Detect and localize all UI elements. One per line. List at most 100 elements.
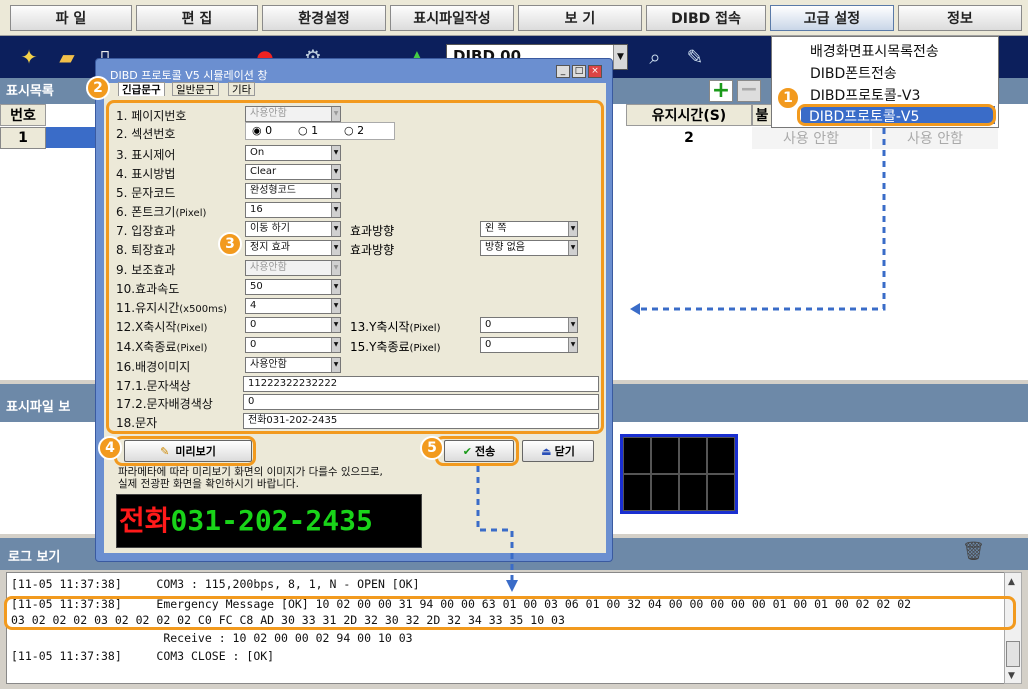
label-text-bg-color: 17.2.문자배경색상 [116,397,213,411]
search-icon[interactable]: ⌕ [640,42,670,72]
step-badge-3: 3 [218,232,242,256]
label-hold-time: 11.유지시간(x500ms) [116,301,228,315]
menu-view[interactable]: 보 기 [518,5,642,31]
preview-notice: 파라메타에 따라 미리보기 화면의 이미지가 다를수 있으므로, 실제 전광판 … [118,466,383,490]
display-method-select[interactable]: Clear ▼ [245,164,341,180]
label-enter-direction: 효과방향 [350,224,395,238]
tab-emergency-text[interactable]: 긴급문구 [118,82,165,96]
dialog-title: DIBD 프로토콜 V5 시뮬레이션 창 [110,69,268,82]
tab-normal-text[interactable]: 일반문구 [172,82,219,96]
section-radio-2[interactable]: ○ 2 [344,124,364,137]
row-unused-2[interactable]: 사용 안함 [872,127,998,149]
menu-edit[interactable]: 편 집 [136,5,258,31]
x-end-select[interactable]: 0 ▼ [245,337,341,353]
log-line: 03 02 02 02 03 02 02 02 02 C0 FC C8 AD 3… [11,613,565,627]
label-section: 2. 섹션번호 [116,127,176,141]
led-text-red: 전화 [119,504,171,537]
open-folder-icon[interactable]: ▰ [52,42,82,72]
remove-icon[interactable]: − [737,79,761,102]
col-header-no[interactable]: 번호 [0,104,46,126]
enter-direction-select[interactable]: 왼 쪽 ▼ [480,221,578,237]
preview-section-title: 표시파일 보 [6,400,71,415]
label-exit-direction: 효과방향 [350,243,395,257]
menu-item-protocol-v5[interactable]: DIBD프로토콜-V5 [801,106,995,125]
section-radio-1[interactable]: ○ 1 [298,124,318,137]
label-exit-effect: 8. 퇴장효과 [116,243,176,257]
add-icon[interactable]: + [709,80,733,102]
label-y-start: 13.Y축시작(Pixel) [350,320,441,334]
label-y-end: 15.Y축종료(Pixel) [350,340,441,354]
text-color-input[interactable]: 11222322232222 [243,376,599,392]
menu-create-display-file[interactable]: 표시파일작성 [390,5,514,31]
display-control-select[interactable]: On ▼ [245,145,341,161]
hold-time-select[interactable]: 4 ▼ [245,298,341,314]
col-header-truncated[interactable]: 불 [752,104,772,126]
menu-file[interactable]: 파 일 [10,5,132,31]
step-badge-2: 2 [86,76,110,100]
wrench-icon[interactable]: ✎ [680,42,710,72]
y-start-select[interactable]: 0 ▼ [480,317,578,333]
menu-item-font-send[interactable]: DIBD폰트전송 [810,63,897,83]
preview-button[interactable]: ✎ 미리보기 [124,440,252,462]
step-badge-4: 4 [98,436,122,460]
text-input[interactable]: 전화031-202-2435 [243,413,599,429]
col-header-hold-time[interactable]: 유지시간(S) [626,104,752,126]
list-title: 표시목록 [6,84,54,99]
label-x-start: 12.X축시작(Pixel) [116,320,208,334]
tab-misc[interactable]: 기타 [228,82,256,96]
bg-image-select[interactable]: 사용안함 ▼ [245,357,341,373]
step-badge-5: 5 [420,436,444,460]
section-radio-0[interactable]: ◉ 0 [252,124,272,137]
label-char-code: 5. 문자코드 [116,186,176,200]
send-button[interactable]: ✔ 전송 [444,440,514,462]
log-title: 로그 보기 [8,550,61,565]
log-scrollbar[interactable]: ▲ ▼ [1004,572,1022,684]
minimize-icon[interactable]: _ [556,65,570,78]
close-button[interactable]: ⏏ 닫기 [522,440,594,462]
y-end-select[interactable]: 0 ▼ [480,337,578,353]
log-line: Receive : 10 02 00 00 02 94 00 10 03 [11,631,413,645]
label-bg-image: 16.배경이미지 [116,360,191,374]
log-line: [11-05 11:37:38] COM3 : 115,200bps, 8, 1… [11,577,420,591]
label-x-end: 14.X축종료(Pixel) [116,340,208,354]
label-effect-speed: 10.효과속도 [116,282,180,296]
log-view[interactable]: [11-05 11:37:38] COM3 : 115,200bps, 8, 1… [6,572,1006,684]
row-number[interactable]: 1 [0,127,46,149]
row-unused-1[interactable]: 사용 안함 [752,127,870,149]
label-display-control: 3. 표시제어 [116,148,176,162]
label-font-size: 6. 폰트크기(Pixel) [116,205,207,219]
char-code-select[interactable]: 완성형코드 ▼ [245,183,341,199]
label-display-method: 4. 표시방법 [116,167,176,181]
row-hold-time[interactable]: 2 [626,127,752,149]
log-line: [11-05 11:37:38] COM3 CLOSE : [OK] [11,649,275,663]
maximize-icon[interactable]: □ [572,65,586,78]
x-start-select[interactable]: 0 ▼ [245,317,341,333]
aux-effect-select[interactable]: 사용안함 ▼ [245,260,341,276]
label-text-color: 17.1.문자색상 [116,379,191,393]
led-text-green: 031-202-2435 [170,504,373,537]
exit-direction-select[interactable]: 방향 없음 ▼ [480,240,578,256]
exit-effect-select[interactable]: 정지 효과 ▼ [245,240,341,256]
label-page: 1. 페이지번호 [116,109,187,123]
step-badge-1: 1 [776,86,800,110]
check-icon: ✔ [462,444,472,458]
page-select[interactable]: 사용안함 ▼ [245,106,341,122]
led-grid-preview [620,434,738,514]
led-preview-display: 전화031-202-2435 [116,494,422,548]
text-bg-color-input[interactable]: 0 [243,394,599,410]
menu-dibd-connect[interactable]: DIBD 접속 [646,5,766,31]
font-size-select[interactable]: 16 ▼ [245,202,341,218]
log-line: [11-05 11:37:38] Emergency Message [OK] … [11,597,912,611]
menu-info[interactable]: 정보 [898,5,1022,31]
menu-item-bg-list-send[interactable]: 배경화면표시목록전송 [810,41,939,61]
exit-icon: ⏏ [541,444,552,458]
menu-advanced-settings[interactable]: 고급 설정 [770,5,894,31]
effect-speed-select[interactable]: 50 ▼ [245,279,341,295]
menu-item-protocol-v3[interactable]: DIBD프로토콜-V3 [810,85,920,105]
menu-settings[interactable]: 환경설정 [262,5,386,31]
trash-icon[interactable]: 🗑 [962,541,985,562]
new-file-icon[interactable]: ✦ [14,42,44,72]
close-icon[interactable]: × [588,65,602,78]
label-aux-effect: 9. 보조효과 [116,263,176,277]
enter-effect-select[interactable]: 이동 하기 ▼ [245,221,341,237]
